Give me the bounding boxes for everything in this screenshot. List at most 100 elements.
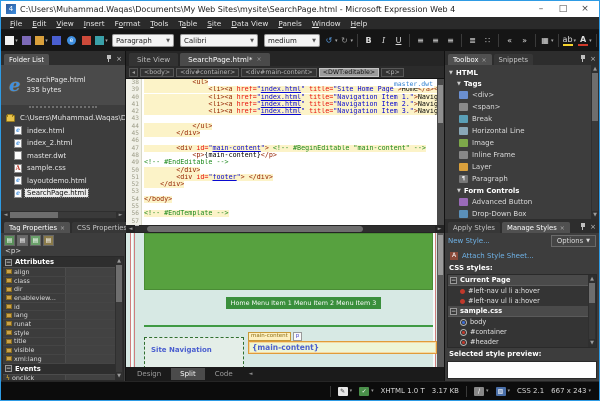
scroll-up-icon[interactable]: ▲ — [117, 258, 121, 264]
scroll-up-icon[interactable]: ▲ — [590, 276, 594, 282]
scroll-left-icon[interactable]: ◄ — [2, 212, 9, 218]
align-right-icon[interactable]: ≡ — [444, 34, 457, 47]
menu-panels[interactable]: Panels — [273, 18, 307, 29]
scroll-right-icon[interactable]: ► — [117, 212, 124, 218]
view-tab-design[interactable]: Design — [128, 368, 170, 380]
file-item[interactable]: eindex.html — [1, 125, 125, 138]
close-button[interactable]: × — [576, 4, 594, 14]
page-edit-icon[interactable]: ✎▾ — [338, 387, 353, 396]
toolbox-item[interactable]: ¶Paragraph — [449, 173, 589, 185]
close-tab-icon[interactable]: × — [482, 57, 487, 64]
toolbox-item[interactable]: Advanced Button — [449, 196, 589, 208]
p-tag-chip[interactable]: p — [293, 332, 303, 341]
align-center-icon[interactable]: ≡ — [429, 34, 442, 47]
menu-data-view[interactable]: Data View — [226, 18, 273, 29]
main-content-tag-chip[interactable]: main-content — [248, 332, 291, 341]
doc-tab-searchpage-html-[interactable]: SearchPage.html*× — [180, 53, 269, 66]
collapse-icon[interactable]: − — [5, 365, 12, 372]
save-icon[interactable] — [50, 34, 63, 47]
master-dwt-link[interactable]: master.dwt — [393, 80, 434, 88]
menu-site[interactable]: Site — [202, 18, 226, 29]
menu-view[interactable]: View — [51, 18, 78, 29]
statusbar-text[interactable]: 667 x 243▾ — [551, 387, 591, 395]
minimize-button[interactable]: – — [532, 4, 550, 14]
toolbox-item[interactable]: <div> — [449, 89, 589, 101]
style-rule-item[interactable]: body — [448, 317, 588, 327]
tag-chip[interactable]: <body> — [140, 68, 174, 77]
new-document-icon[interactable]: ▾ — [5, 34, 18, 47]
style-rule-item[interactable]: #left-nav ul li a:hover — [448, 286, 588, 296]
maximize-button[interactable]: □ — [554, 4, 572, 14]
toolbox-item[interactable]: Drop-Down Box — [449, 208, 589, 219]
property-row[interactable]: class — [3, 277, 115, 286]
tag-properties-vscrollbar[interactable]: ▲ ▼ — [115, 257, 123, 380]
close-panel-icon[interactable]: × — [590, 224, 596, 231]
sort-alphabetical-button[interactable]: ▤ — [17, 235, 28, 246]
panel-splitter[interactable] — [29, 106, 97, 110]
close-tab-icon[interactable]: × — [560, 225, 565, 232]
new-style-link[interactable]: New Style... — [448, 237, 490, 245]
tag-chip[interactable]: <DWT:editable> — [319, 68, 379, 77]
property-row[interactable]: id — [3, 303, 115, 312]
options-button[interactable]: Options▼ — [551, 235, 596, 247]
property-row[interactable]: xml:lang — [3, 355, 115, 364]
view-tab-split[interactable]: Split — [171, 368, 205, 380]
menu-edit[interactable]: Edit — [27, 18, 51, 29]
align-left-icon[interactable]: ≡ — [414, 34, 427, 47]
underline-icon[interactable]: U — [392, 34, 405, 47]
style-group-current-page[interactable]: −Current Page — [448, 275, 588, 286]
site-navigation-block[interactable]: Site Navigation — [144, 337, 244, 367]
pin-icon[interactable] — [580, 223, 586, 231]
scroll-right-icon[interactable]: ► — [436, 226, 443, 232]
collapse-icon[interactable]: − — [450, 308, 457, 315]
toolbox-group-form-controls[interactable]: ▼Form Controls — [449, 185, 589, 196]
code-view[interactable]: 38 <ul>39 <li><a href="index.html" title… — [126, 79, 444, 225]
property-value[interactable] — [66, 338, 115, 346]
attach-stylesheet-link[interactable]: Attach Style Sheet... — [462, 252, 534, 260]
code-hscrollbar[interactable]: ◄ ► — [126, 225, 444, 233]
design-view[interactable]: Home Menu Item 1 Menu Item 2 Menu Item 3… — [126, 233, 444, 367]
scroll-down-icon[interactable]: ▼ — [590, 340, 594, 346]
styles-tab-apply-styles[interactable]: Apply Styles — [448, 222, 500, 233]
bullet-list-icon[interactable]: ∷ — [481, 34, 494, 47]
font-dropdown[interactable]: Calibri▼ — [180, 34, 258, 47]
sort-categorized-button[interactable]: ▤ — [4, 235, 15, 246]
scroll-down-icon[interactable]: ▼ — [117, 373, 121, 379]
tag-chip[interactable]: <div#container> — [176, 68, 239, 77]
preview-browser-icon[interactable]: e — [65, 34, 78, 47]
style-rule-item[interactable]: #container — [448, 327, 588, 337]
section-header-events[interactable]: −Events — [3, 364, 115, 375]
menu-insert[interactable]: Insert — [79, 18, 110, 29]
toolbox-group-html[interactable]: ▼HTML — [449, 67, 589, 78]
open-site-icon[interactable] — [20, 34, 33, 47]
close-panel-icon[interactable]: × — [590, 56, 596, 63]
undo-icon[interactable]: ↺▾ — [324, 34, 338, 47]
font-color-icon[interactable]: A▾ — [578, 34, 592, 47]
folder-tree-hscrollbar[interactable]: ◄ ► — [1, 211, 125, 219]
view-tab-code[interactable]: Code — [206, 368, 242, 380]
folder-tree-root[interactable]: C:\Users\Muhammad.Waqas\Documents\M — [1, 112, 125, 125]
property-row[interactable]: title — [3, 338, 115, 347]
property-row[interactable]: style — [3, 329, 115, 338]
decrease-indent-icon[interactable]: « — [503, 34, 516, 47]
crumb-back-icon[interactable]: ◂ — [129, 68, 138, 77]
increase-indent-icon[interactable]: » — [518, 34, 531, 47]
bold-icon[interactable]: B — [362, 34, 375, 47]
pin-icon[interactable] — [106, 55, 112, 63]
scroll-down-icon[interactable]: ▼ — [593, 212, 597, 218]
property-row[interactable]: visible — [3, 346, 115, 355]
statusbar-text[interactable]: 667 x 243 — [551, 387, 586, 395]
toolbox-item[interactable]: Layer — [449, 161, 589, 173]
style-rule-item[interactable]: #header — [448, 337, 588, 347]
scroll-up-icon[interactable]: ▲ — [593, 66, 597, 72]
main-content-editable-region[interactable]: {main-content} — [248, 341, 437, 354]
import-icon[interactable]: ▾ — [95, 34, 108, 47]
redo-icon[interactable]: ↻▾ — [340, 34, 354, 47]
property-row[interactable]: enableview... — [3, 294, 115, 303]
property-value[interactable] — [66, 277, 115, 285]
borders-icon[interactable]: ▦▾ — [540, 34, 554, 47]
toolbox-item[interactable]: Break — [449, 113, 589, 125]
open-file-icon[interactable]: ▾ — [35, 34, 48, 47]
file-item[interactable]: master.dwt — [1, 150, 125, 163]
pen-icon[interactable]: /▾ — [474, 387, 489, 396]
